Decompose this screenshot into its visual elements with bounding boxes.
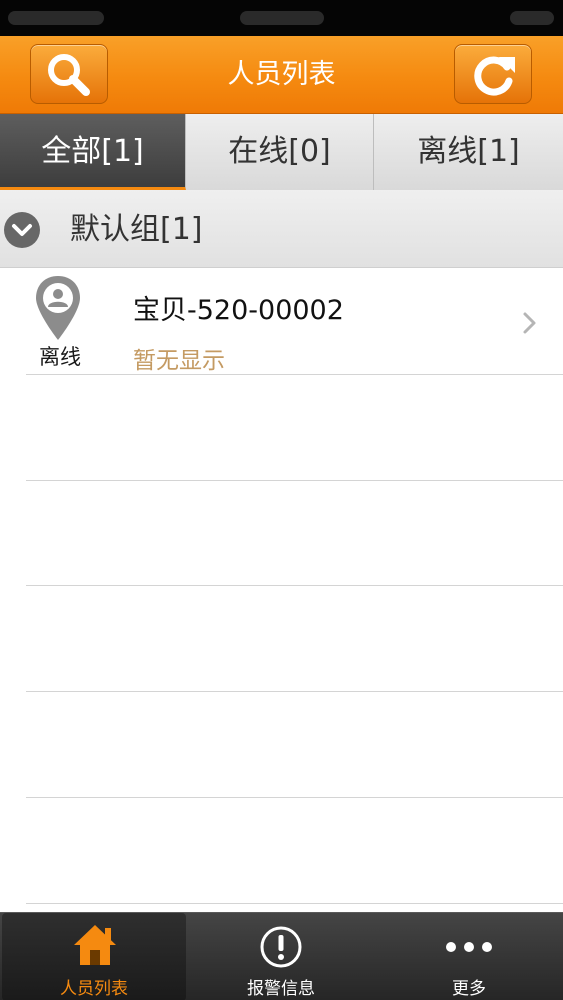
- group-label: 默认组[1]: [70, 212, 203, 247]
- tab-online[interactable]: 在线[0]: [186, 114, 374, 190]
- nav-label-person-list: 人员列表: [60, 979, 128, 999]
- row-divider: [26, 691, 563, 692]
- chevron-right-icon: [523, 312, 536, 334]
- nav-person-list[interactable]: 人员列表: [2, 913, 186, 1000]
- item-subtitle: 暂无显示: [133, 348, 225, 374]
- search-icon: [48, 54, 90, 96]
- row-divider: [26, 480, 563, 481]
- row-divider: [26, 374, 563, 375]
- tab-offline[interactable]: 离线[1]: [374, 114, 563, 190]
- status-label: 离线: [39, 345, 81, 369]
- nav-more[interactable]: 更多: [376, 913, 562, 1000]
- filter-tabs: 全部[1] 在线[0] 离线[1]: [0, 114, 563, 190]
- more-icon: [446, 942, 492, 952]
- nav-label-alarm-info: 报警信息: [247, 979, 315, 999]
- home-icon: [74, 925, 116, 965]
- status-bar-left: [8, 11, 104, 25]
- refresh-icon: [474, 56, 515, 96]
- row-divider: [26, 903, 563, 904]
- status-bar: [0, 0, 563, 36]
- nav-alarm-info[interactable]: 报警信息: [188, 913, 374, 1000]
- tab-all[interactable]: 全部[1]: [0, 114, 186, 190]
- bottom-nav: 人员列表 报警信息 更多: [0, 912, 563, 1000]
- battery-icon: [510, 11, 554, 25]
- search-button[interactable]: [30, 44, 108, 104]
- refresh-button[interactable]: [454, 44, 532, 104]
- person-pin-icon: [36, 276, 80, 340]
- header-bar: 人员列表: [0, 36, 563, 114]
- nav-label-more: 更多: [452, 979, 486, 999]
- row-divider: [26, 797, 563, 798]
- row-divider: [26, 585, 563, 586]
- list-item[interactable]: 离线 宝贝-520-00002 暂无显示: [0, 268, 563, 374]
- item-name: 宝贝-520-00002: [133, 295, 344, 326]
- status-bar-time: [240, 11, 324, 25]
- group-header[interactable]: 默认组[1]: [0, 190, 563, 268]
- chevron-down-icon: [4, 212, 40, 248]
- alert-icon: [260, 926, 302, 968]
